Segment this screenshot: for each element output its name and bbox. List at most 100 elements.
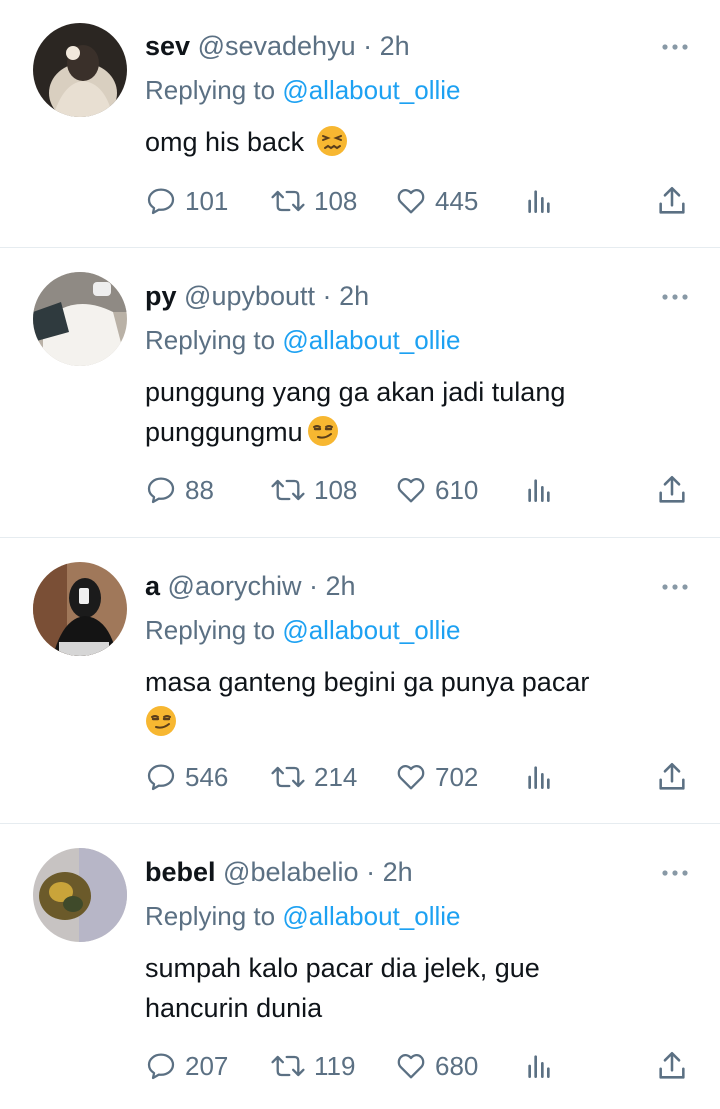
reply-button[interactable]: 101 (145, 181, 228, 221)
reply-button[interactable]: 88 (145, 470, 214, 510)
replying-to: Replying to @allabout_ollie (145, 901, 461, 932)
retweet-button[interactable]: 108 (270, 181, 357, 221)
more-icon[interactable] (660, 582, 690, 592)
share-icon (659, 475, 685, 503)
retweet-icon (271, 479, 305, 501)
tweet-text-line: punggung yang ga akan jadi tulang (145, 377, 566, 407)
display-name[interactable]: bebel (145, 857, 216, 887)
tweet-text-line: punggungmu (145, 417, 303, 447)
action-bar: 88 108 610 (145, 470, 695, 510)
share-button[interactable] (655, 1046, 689, 1086)
analytics-icon (528, 190, 550, 213)
tweet-text: omg his back (145, 122, 685, 162)
user-handle[interactable]: @sevadehyu (198, 31, 356, 61)
share-icon (659, 762, 685, 790)
analytics-button[interactable] (523, 470, 555, 510)
retweet-button[interactable]: 119 (270, 1046, 355, 1086)
reply-count: 207 (185, 1050, 229, 1081)
share-button[interactable] (655, 470, 689, 510)
timestamp[interactable]: 2h (383, 857, 413, 887)
like-count: 702 (435, 761, 479, 792)
avatar[interactable] (33, 562, 127, 656)
tweet-header: bebel @belabelio · 2h (145, 857, 413, 888)
like-icon (397, 189, 425, 214)
more-icon[interactable] (660, 292, 690, 302)
share-icon (659, 186, 685, 214)
share-button[interactable] (655, 181, 689, 221)
tweet-text-line: hancurin dunia (145, 993, 323, 1023)
more-icon[interactable] (660, 868, 690, 878)
tweet-header: py @upyboutt · 2h (145, 281, 369, 312)
like-count: 445 (435, 185, 479, 216)
retweet-count: 108 (314, 185, 358, 216)
mention-link[interactable]: @allabout_ollie (282, 615, 460, 645)
mention-link[interactable]: @allabout_ollie (282, 901, 460, 931)
action-bar: 207 119 680 (145, 1046, 695, 1086)
retweet-button[interactable]: 108 (270, 470, 357, 510)
separator-dot: · (366, 857, 376, 887)
analytics-icon (528, 479, 550, 502)
display-name[interactable]: py (145, 281, 177, 311)
retweet-icon (271, 766, 305, 788)
tweet[interactable]: a @aorychiw · 2h Replying to @allabout_o… (0, 538, 720, 823)
mention-link[interactable]: @allabout_ollie (282, 325, 460, 355)
analytics-button[interactable] (523, 181, 555, 221)
avatar[interactable] (33, 272, 127, 366)
confounded-face-icon (316, 126, 347, 156)
display-name[interactable]: sev (145, 31, 190, 61)
like-button[interactable]: 702 (395, 757, 478, 797)
action-bar: 101 108 445 (145, 181, 695, 221)
timestamp[interactable]: 2h (339, 281, 369, 311)
reply-icon (147, 477, 175, 504)
analytics-icon (528, 1055, 550, 1078)
retweet-button[interactable]: 214 (270, 757, 357, 797)
avatar[interactable] (33, 23, 127, 117)
like-button[interactable]: 610 (395, 470, 478, 510)
retweet-count: 108 (314, 474, 358, 505)
timestamp[interactable]: 2h (326, 571, 356, 601)
tweet-text-line: sumpah kalo pacar dia jelek, gue (145, 953, 540, 983)
smirking-face-icon (307, 416, 338, 446)
like-count: 680 (435, 1050, 479, 1081)
like-icon (397, 765, 425, 790)
like-icon (397, 478, 425, 503)
action-bar: 546 214 702 (145, 757, 695, 797)
retweet-count: 214 (314, 761, 358, 792)
analytics-button[interactable] (523, 1046, 555, 1086)
user-handle[interactable]: @belabelio (223, 857, 359, 887)
replying-to: Replying to @allabout_ollie (145, 75, 461, 106)
reply-count: 101 (185, 185, 229, 216)
reply-button[interactable]: 207 (145, 1046, 228, 1086)
tweet-header: sev @sevadehyu · 2h (145, 31, 410, 62)
user-handle[interactable]: @aorychiw (168, 571, 302, 601)
tweet[interactable]: sev @sevadehyu · 2h Replying to @allabou… (0, 0, 720, 247)
retweet-icon (271, 190, 305, 212)
like-button[interactable]: 445 (395, 181, 478, 221)
display-name[interactable]: a (145, 571, 160, 601)
replying-prefix: Replying to (145, 615, 276, 645)
tweet[interactable]: bebel @belabelio · 2h Replying to @allab… (0, 824, 720, 1109)
reply-count: 88 (185, 474, 214, 505)
like-count: 610 (435, 474, 479, 505)
tweet[interactable]: py @upyboutt · 2h Replying to @allabout_… (0, 248, 720, 537)
like-icon (397, 1054, 425, 1079)
more-icon[interactable] (660, 42, 690, 52)
analytics-button[interactable] (523, 757, 555, 797)
reply-button[interactable]: 546 (145, 757, 228, 797)
separator-dot: · (322, 281, 332, 311)
tweet-text: punggung yang ga akan jadi tulang punggu… (145, 372, 685, 452)
replying-prefix: Replying to (145, 901, 276, 931)
retweet-icon (271, 1055, 305, 1077)
smirking-face-icon (146, 706, 176, 736)
share-button[interactable] (655, 757, 689, 797)
analytics-icon (528, 766, 550, 789)
share-icon (659, 1051, 685, 1079)
tweet-text-line: omg his back (145, 127, 305, 157)
timestamp[interactable]: 2h (380, 31, 410, 61)
mention-link[interactable]: @allabout_ollie (282, 75, 460, 105)
tweet-text-line: masa ganteng begini ga punya pacar (145, 667, 590, 697)
like-button[interactable]: 680 (395, 1046, 478, 1086)
avatar[interactable] (33, 848, 127, 942)
user-handle[interactable]: @upyboutt (184, 281, 315, 311)
retweet-count: 119 (314, 1050, 356, 1081)
